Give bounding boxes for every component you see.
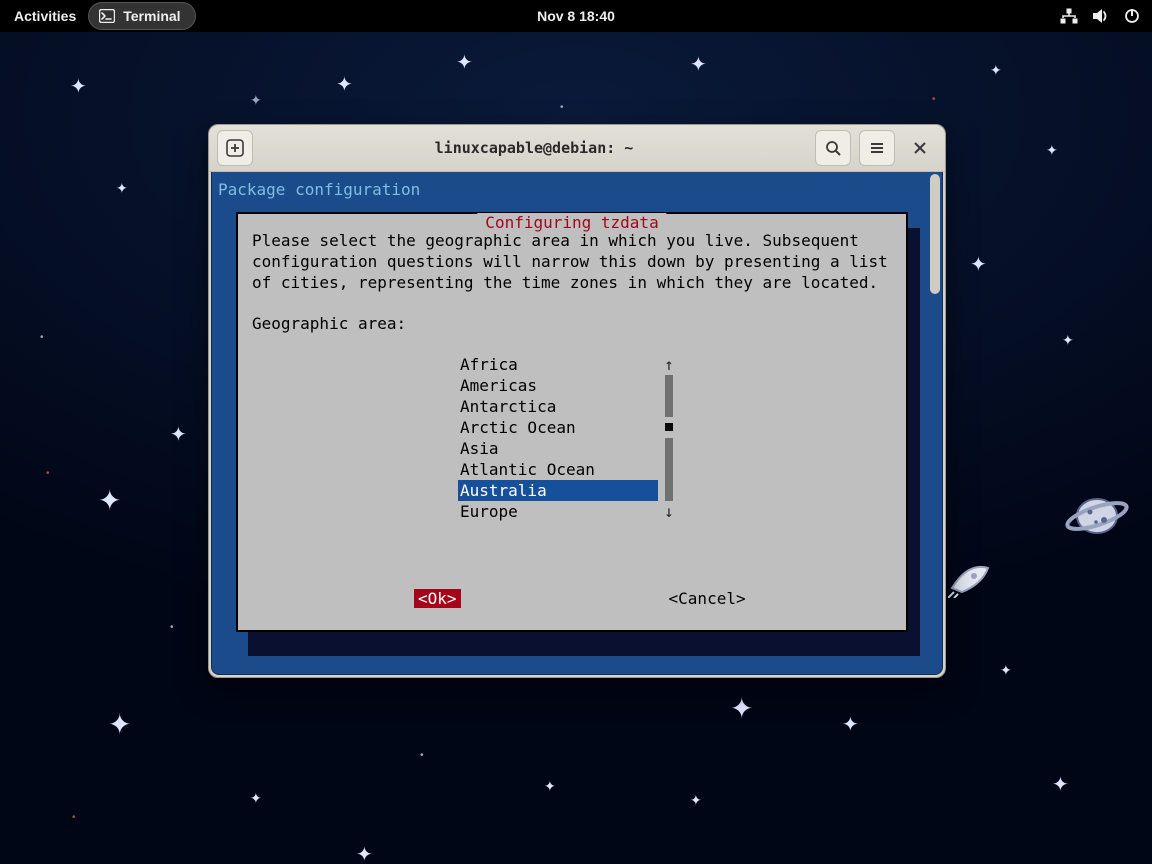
star-icon: • — [932, 94, 936, 105]
area-option[interactable]: Australia — [458, 480, 680, 501]
activities-button[interactable]: Activities — [14, 8, 76, 24]
window-title: linuxcapable@debian: ~ — [261, 139, 807, 157]
cancel-button[interactable]: <Cancel> — [669, 589, 746, 608]
star-icon: ✦ — [170, 422, 187, 447]
area-option-label: Asia — [458, 438, 658, 459]
scrollbar-thumb[interactable] — [930, 174, 940, 294]
active-app-name: Terminal — [123, 8, 180, 24]
star-icon: • — [46, 468, 50, 479]
star-icon: ✦ — [690, 52, 707, 77]
topbar-left: Activities Terminal — [0, 2, 196, 30]
area-option[interactable]: Asia — [458, 438, 680, 459]
star-icon: ✦ — [456, 50, 473, 75]
area-option-label: Americas — [458, 375, 658, 396]
star-icon: • — [560, 102, 564, 113]
star-icon: ✦ — [250, 92, 262, 109]
star-icon: ✦ — [1052, 772, 1069, 797]
terminal-viewport[interactable]: Package configuration Configuring tzdata… — [211, 172, 943, 675]
star-icon: ✦ — [108, 708, 131, 741]
star-icon: ✦ — [842, 712, 859, 737]
area-option-label: Africa — [458, 354, 658, 375]
area-option-label: Atlantic Ocean — [458, 459, 658, 480]
area-option-label: Australia — [458, 480, 658, 501]
area-option[interactable]: Americas — [458, 375, 680, 396]
topbar-system-area[interactable] — [1060, 8, 1152, 24]
scroll-down-indicator: ↓ — [658, 501, 680, 522]
star-icon: • — [420, 750, 424, 761]
area-option[interactable]: Africa↑ — [458, 354, 680, 375]
terminal-window: linuxcapable@debian: ~ Package configura… — [208, 124, 946, 678]
star-icon: ✦ — [544, 778, 556, 795]
hamburger-menu-button[interactable] — [859, 130, 895, 166]
star-icon: ✦ — [70, 74, 87, 99]
search-button[interactable] — [815, 130, 851, 166]
star-icon: • — [170, 622, 174, 633]
area-option-label: Europe — [458, 501, 658, 522]
power-icon[interactable] — [1124, 8, 1140, 24]
star-icon: • — [72, 812, 76, 823]
star-icon: ✦ — [250, 790, 262, 807]
dialog-button-row: <Ok> <Cancel> — [238, 589, 906, 608]
area-option-label: Antarctica — [458, 396, 658, 417]
ok-button[interactable]: <Ok> — [414, 589, 461, 608]
star-icon: ✦ — [990, 62, 1002, 79]
star-icon: • — [40, 332, 44, 343]
terminal-icon — [99, 9, 115, 23]
star-icon: ✦ — [730, 692, 753, 725]
rocket-icon — [948, 562, 990, 598]
window-titlebar[interactable]: linuxcapable@debian: ~ — [209, 125, 945, 172]
list-scrollbar-segment — [658, 396, 680, 417]
topbar-clock[interactable]: Nov 8 18:40 — [537, 8, 615, 24]
area-option[interactable]: Atlantic Ocean — [458, 459, 680, 480]
active-app-pill[interactable]: Terminal — [88, 2, 195, 30]
star-icon: ✦ — [356, 842, 373, 864]
area-option[interactable]: Antarctica — [458, 396, 680, 417]
star-icon: ✦ — [336, 72, 353, 97]
star-icon: ✦ — [98, 484, 121, 517]
scroll-up-indicator: ↑ — [658, 354, 680, 375]
dialog-body-text: Please select the geographic area in whi… — [252, 230, 892, 293]
star-icon: ✦ — [1046, 142, 1058, 159]
planet-icon — [1064, 492, 1130, 540]
gnome-top-bar: Activities Terminal Nov 8 18:40 — [0, 0, 1152, 32]
star-icon: ✦ — [970, 252, 987, 277]
list-scrollbar-segment — [658, 438, 680, 459]
desktop: ✦ ✦ ✦ ✦ ✦ ✦ • ✦ • ✦ ✦ ✦ ✦ • ✦ ✦ ✦ ✦ ✦ ✦ … — [0, 32, 1152, 864]
area-option-label: Arctic Ocean — [458, 417, 658, 438]
list-scrollbar-segment — [658, 459, 680, 480]
list-scrollbar-segment — [658, 375, 680, 396]
tzdata-dialog: Configuring tzdata Please select the geo… — [236, 212, 908, 632]
star-icon: ✦ — [116, 180, 128, 197]
star-icon: ✦ — [1000, 662, 1012, 679]
dialog-prompt: Geographic area: — [252, 314, 406, 333]
star-icon: ✦ — [1062, 332, 1074, 349]
volume-icon[interactable] — [1092, 8, 1110, 24]
close-window-button[interactable] — [903, 131, 937, 165]
network-icon[interactable] — [1060, 8, 1078, 24]
list-scrollbar-segment — [658, 417, 680, 438]
area-option[interactable]: Europe↓ — [458, 501, 680, 522]
star-icon: ✦ — [690, 792, 702, 809]
area-option[interactable]: Arctic Ocean — [458, 417, 680, 438]
list-scrollbar-segment — [658, 480, 680, 501]
package-config-label: Package configuration — [218, 180, 420, 199]
area-listbox[interactable]: Africa↑AmericasAntarcticaArctic OceanAsi… — [458, 354, 680, 522]
new-tab-button[interactable] — [217, 130, 253, 166]
